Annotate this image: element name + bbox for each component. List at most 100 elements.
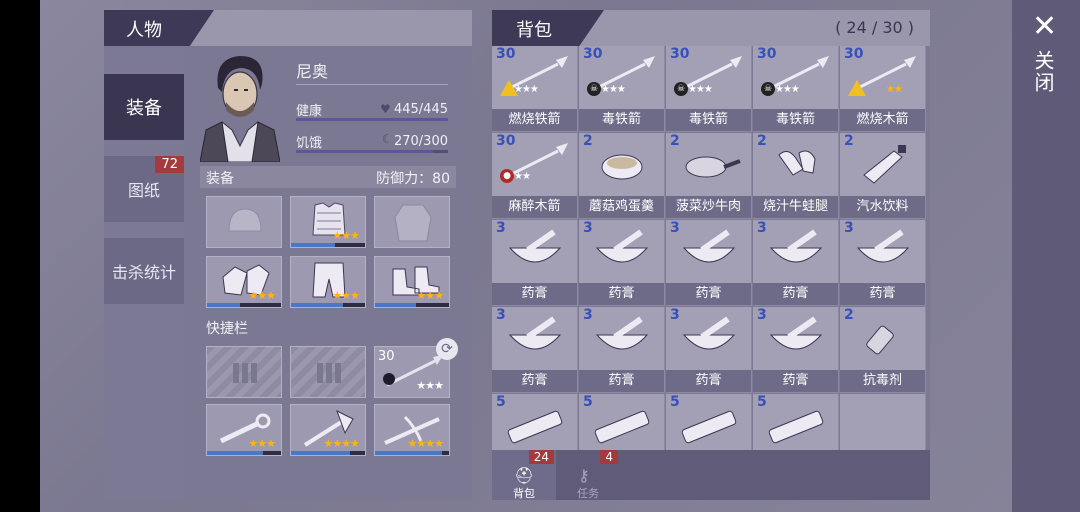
equipment-label: 装备 (206, 171, 234, 187)
inventory-slot[interactable]: 3 药膏 (666, 220, 752, 306)
axe-durability (291, 451, 365, 455)
left-letterbox (0, 0, 40, 512)
gloves-stars: ★★★ (248, 289, 276, 302)
tranquilizer-icon: ● (500, 169, 514, 183)
equipment-header: 装备 防御力：80 (200, 166, 456, 188)
quickbar-slot-2[interactable] (290, 346, 366, 398)
jacket-icon (394, 204, 432, 242)
blueprints-badge: 72 (155, 156, 184, 173)
close-panel[interactable]: ✕ 关闭 (1012, 0, 1080, 512)
wrench-durability-fill (207, 451, 263, 455)
close-icon[interactable]: ✕ (1032, 12, 1057, 42)
slot-gloves[interactable]: ★★★ (206, 256, 282, 308)
item-quantity: 30 (583, 46, 603, 62)
item-label: 药膏 (579, 283, 664, 305)
item-label: 麻醉木箭 (492, 196, 577, 218)
tab-equipment[interactable]: 装备 (104, 74, 184, 140)
tab-kill-stats-label: 击杀统计 (111, 263, 176, 282)
inventory-slot[interactable]: 3 药膏 (666, 307, 752, 393)
hunger-label: 饥饿 (296, 136, 323, 151)
inventory-slot[interactable]: 3 药膏 (579, 220, 665, 306)
pants-durability (291, 303, 365, 307)
item-stars: ★★★ (514, 84, 539, 95)
quickbar-slot-4[interactable]: ★★★ (206, 404, 282, 456)
tab-blueprints[interactable]: 图纸 72 (104, 156, 184, 222)
item-quantity: 3 (844, 220, 854, 236)
item-label: 抗毒剂 (840, 370, 925, 392)
axe-durability-fill (291, 451, 351, 455)
inventory-slot[interactable]: 2 菠菜炒牛肉 (666, 133, 752, 219)
close-label[interactable]: 关闭 (1031, 50, 1058, 94)
stomach-icon: ☾ (382, 132, 393, 146)
item-quantity: 5 (496, 394, 506, 410)
slot-boots[interactable]: ★★★ (374, 256, 450, 308)
inventory-slot[interactable]: 3 药膏 (753, 307, 839, 393)
inventory-slot[interactable]: 30 ☠ ★★★ 毒铁箭 (579, 46, 665, 132)
inventory-slot[interactable]: 3 药膏 (840, 220, 926, 306)
slot-pants[interactable]: ★★★ (290, 256, 366, 308)
item-quantity: 30 (496, 133, 516, 149)
backpack-title: 背包 (516, 20, 552, 41)
inventory-slot[interactable]: 3 药膏 (753, 220, 839, 306)
backpack-panel: 背包 ( 24 / 30 ) 30 ★★★ 燃烧铁箭 30 ☠ ★★★ 毒铁箭 30 ☠ ★★★ 毒… (492, 10, 930, 500)
quickbar-slot-6-stars: ★★★★ (407, 437, 444, 450)
quickbar-slot-5[interactable]: ★★★★ (290, 404, 366, 456)
backpack-badge: 24 (528, 450, 554, 464)
item-label: 毒铁箭 (753, 109, 838, 131)
quickbar-slot-1[interactable] (206, 346, 282, 398)
item-quantity: 30 (844, 46, 864, 62)
inventory-slot[interactable]: 30 ★★★ 燃烧铁箭 (492, 46, 578, 132)
inventory-slot[interactable]: 3 药膏 (492, 307, 578, 393)
poison-icon: ☠ (587, 82, 601, 96)
character-body: 尼奥 健康 ♥ 445/445 饥饿 ☾ 270/300 装备 防御力：80 ★… (184, 46, 472, 500)
item-quantity: 2 (844, 307, 854, 323)
body-armor-durability (291, 243, 365, 247)
item-quantity: 3 (757, 307, 767, 323)
inventory-slot[interactable]: 2 抗毒剂 (840, 307, 926, 393)
inventory-slot[interactable]: 2 汽水饮料 (840, 133, 926, 219)
inventory-slot[interactable]: 30 ● ★★ 麻醉木箭 (492, 133, 578, 219)
inventory-slot[interactable]: 30 ★★ 燃烧木箭 (840, 46, 926, 132)
item-quantity: 2 (670, 133, 680, 149)
inventory-slot[interactable]: 30 ☠ ★★★ 毒铁箭 (666, 46, 752, 132)
character-portrait (200, 56, 280, 162)
character-name: 尼奥 (296, 62, 329, 81)
item-stars: ★★★ (601, 84, 626, 95)
quickbar-slot-3-stars: ★★★ (416, 379, 444, 392)
pants-stars: ★★★ (332, 289, 360, 302)
poison-icon: ☠ (761, 82, 775, 96)
inventory-slot[interactable]: 30 ☠ ★★★ 毒铁箭 (753, 46, 839, 132)
inventory-slot[interactable]: 2 蘑菇鸡蛋羹 (579, 133, 665, 219)
item-quantity: 3 (670, 307, 680, 323)
swap-ammo-icon[interactable]: ⟳ (436, 338, 458, 360)
quickbar-slot-6[interactable]: ★★★★ (374, 404, 450, 456)
item-label: 菠菜炒牛肉 (666, 196, 751, 218)
quickbar-header: 快捷栏 (200, 316, 456, 338)
item-quantity: 5 (670, 394, 680, 410)
item-label: 燃烧铁箭 (492, 109, 577, 131)
item-label: 燃烧木箭 (840, 109, 925, 131)
item-quantity: 3 (496, 220, 506, 236)
slot-body-armor[interactable]: ★★★ (290, 196, 366, 248)
health-bar (296, 118, 448, 121)
slot-jacket[interactable] (374, 196, 450, 248)
item-label: 药膏 (753, 370, 838, 392)
hunger-value: 270/300 (393, 134, 448, 149)
tab-kill-stats[interactable]: 击杀统计 (104, 238, 184, 304)
inventory-slot[interactable]: 3 药膏 (579, 307, 665, 393)
quickbar-slot-5-stars: ★★★★ (323, 437, 360, 450)
slot-helmet[interactable] (206, 196, 282, 248)
inventory-slot[interactable]: 2 烧汁牛蛙腿 (753, 133, 839, 219)
body-armor-durability-fill (291, 243, 336, 247)
item-quantity: 2 (844, 133, 854, 149)
tab-backpack[interactable]: ⛑ 背包 24 (492, 450, 556, 500)
inventory-slot[interactable]: 3 药膏 (492, 220, 578, 306)
body-armor-stars: ★★★ (332, 229, 360, 242)
heart-icon: ♥ (380, 102, 391, 116)
crossbow-durability-fill (375, 451, 442, 455)
tab-quests[interactable]: ⚷ 任务 4 (556, 450, 620, 500)
item-stars: ★★★ (775, 84, 800, 95)
item-label: 药膏 (579, 370, 664, 392)
item-label: 药膏 (492, 370, 577, 392)
item-quantity: 2 (757, 133, 767, 149)
